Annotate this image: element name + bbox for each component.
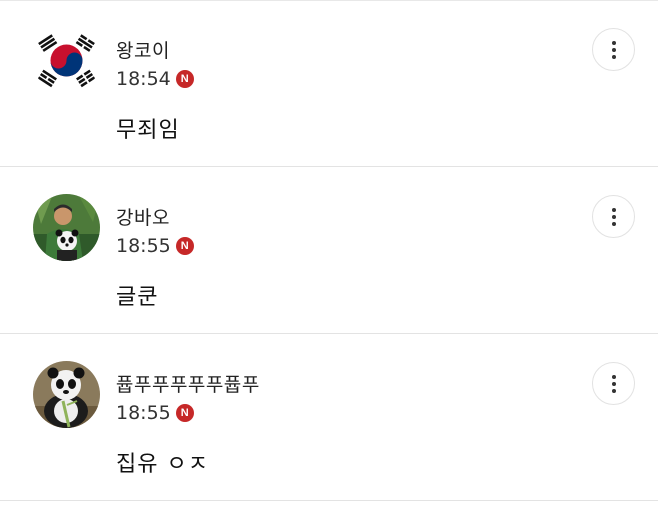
comment-meta: 18:55 N (116, 235, 194, 257)
more-dot-icon (611, 214, 616, 219)
more-options-button[interactable] (592, 362, 635, 405)
comment-meta: 18:55 N (116, 402, 194, 424)
more-dot-icon (611, 381, 616, 386)
person-with-panda-icon (33, 194, 100, 261)
more-dot-icon (611, 388, 616, 393)
comment-item: 강바오 18:55 N 글쿤 (0, 168, 658, 334)
comment-author[interactable]: 왕코이 (116, 36, 170, 63)
comment-item: 왕코이 18:54 N 무죄임 (0, 1, 658, 167)
more-dot-icon (611, 221, 616, 226)
comment-meta: 18:54 N (116, 68, 194, 90)
more-dot-icon (611, 47, 616, 52)
comment-text: 글쿤 (116, 285, 159, 310)
new-badge: N (175, 237, 194, 255)
more-dot-icon (611, 54, 616, 59)
comment-text: 무죄임 (116, 118, 180, 143)
comment-item: 퓹푸푸푸푸푸퓹푸 18:55 N 집유 ㅇㅈ (0, 335, 658, 501)
comment-text: 집유 ㅇㅈ (116, 452, 209, 477)
more-options-button[interactable] (592, 195, 635, 238)
new-badge: N (175, 70, 194, 88)
comment-time: 18:55 (116, 402, 171, 424)
more-dot-icon (611, 374, 616, 379)
korean-flag-icon (33, 27, 100, 94)
new-badge: N (175, 404, 194, 422)
comment-time: 18:54 (116, 68, 171, 90)
avatar[interactable] (33, 194, 100, 261)
more-dot-icon (611, 207, 616, 212)
more-options-button[interactable] (592, 28, 635, 71)
panda-icon (33, 361, 100, 428)
comment-time: 18:55 (116, 235, 171, 257)
avatar[interactable] (33, 361, 100, 428)
avatar[interactable] (33, 27, 100, 94)
more-dot-icon (611, 40, 616, 45)
comment-author[interactable]: 강바오 (116, 203, 170, 230)
comment-author[interactable]: 퓹푸푸푸푸푸퓹푸 (116, 370, 260, 397)
